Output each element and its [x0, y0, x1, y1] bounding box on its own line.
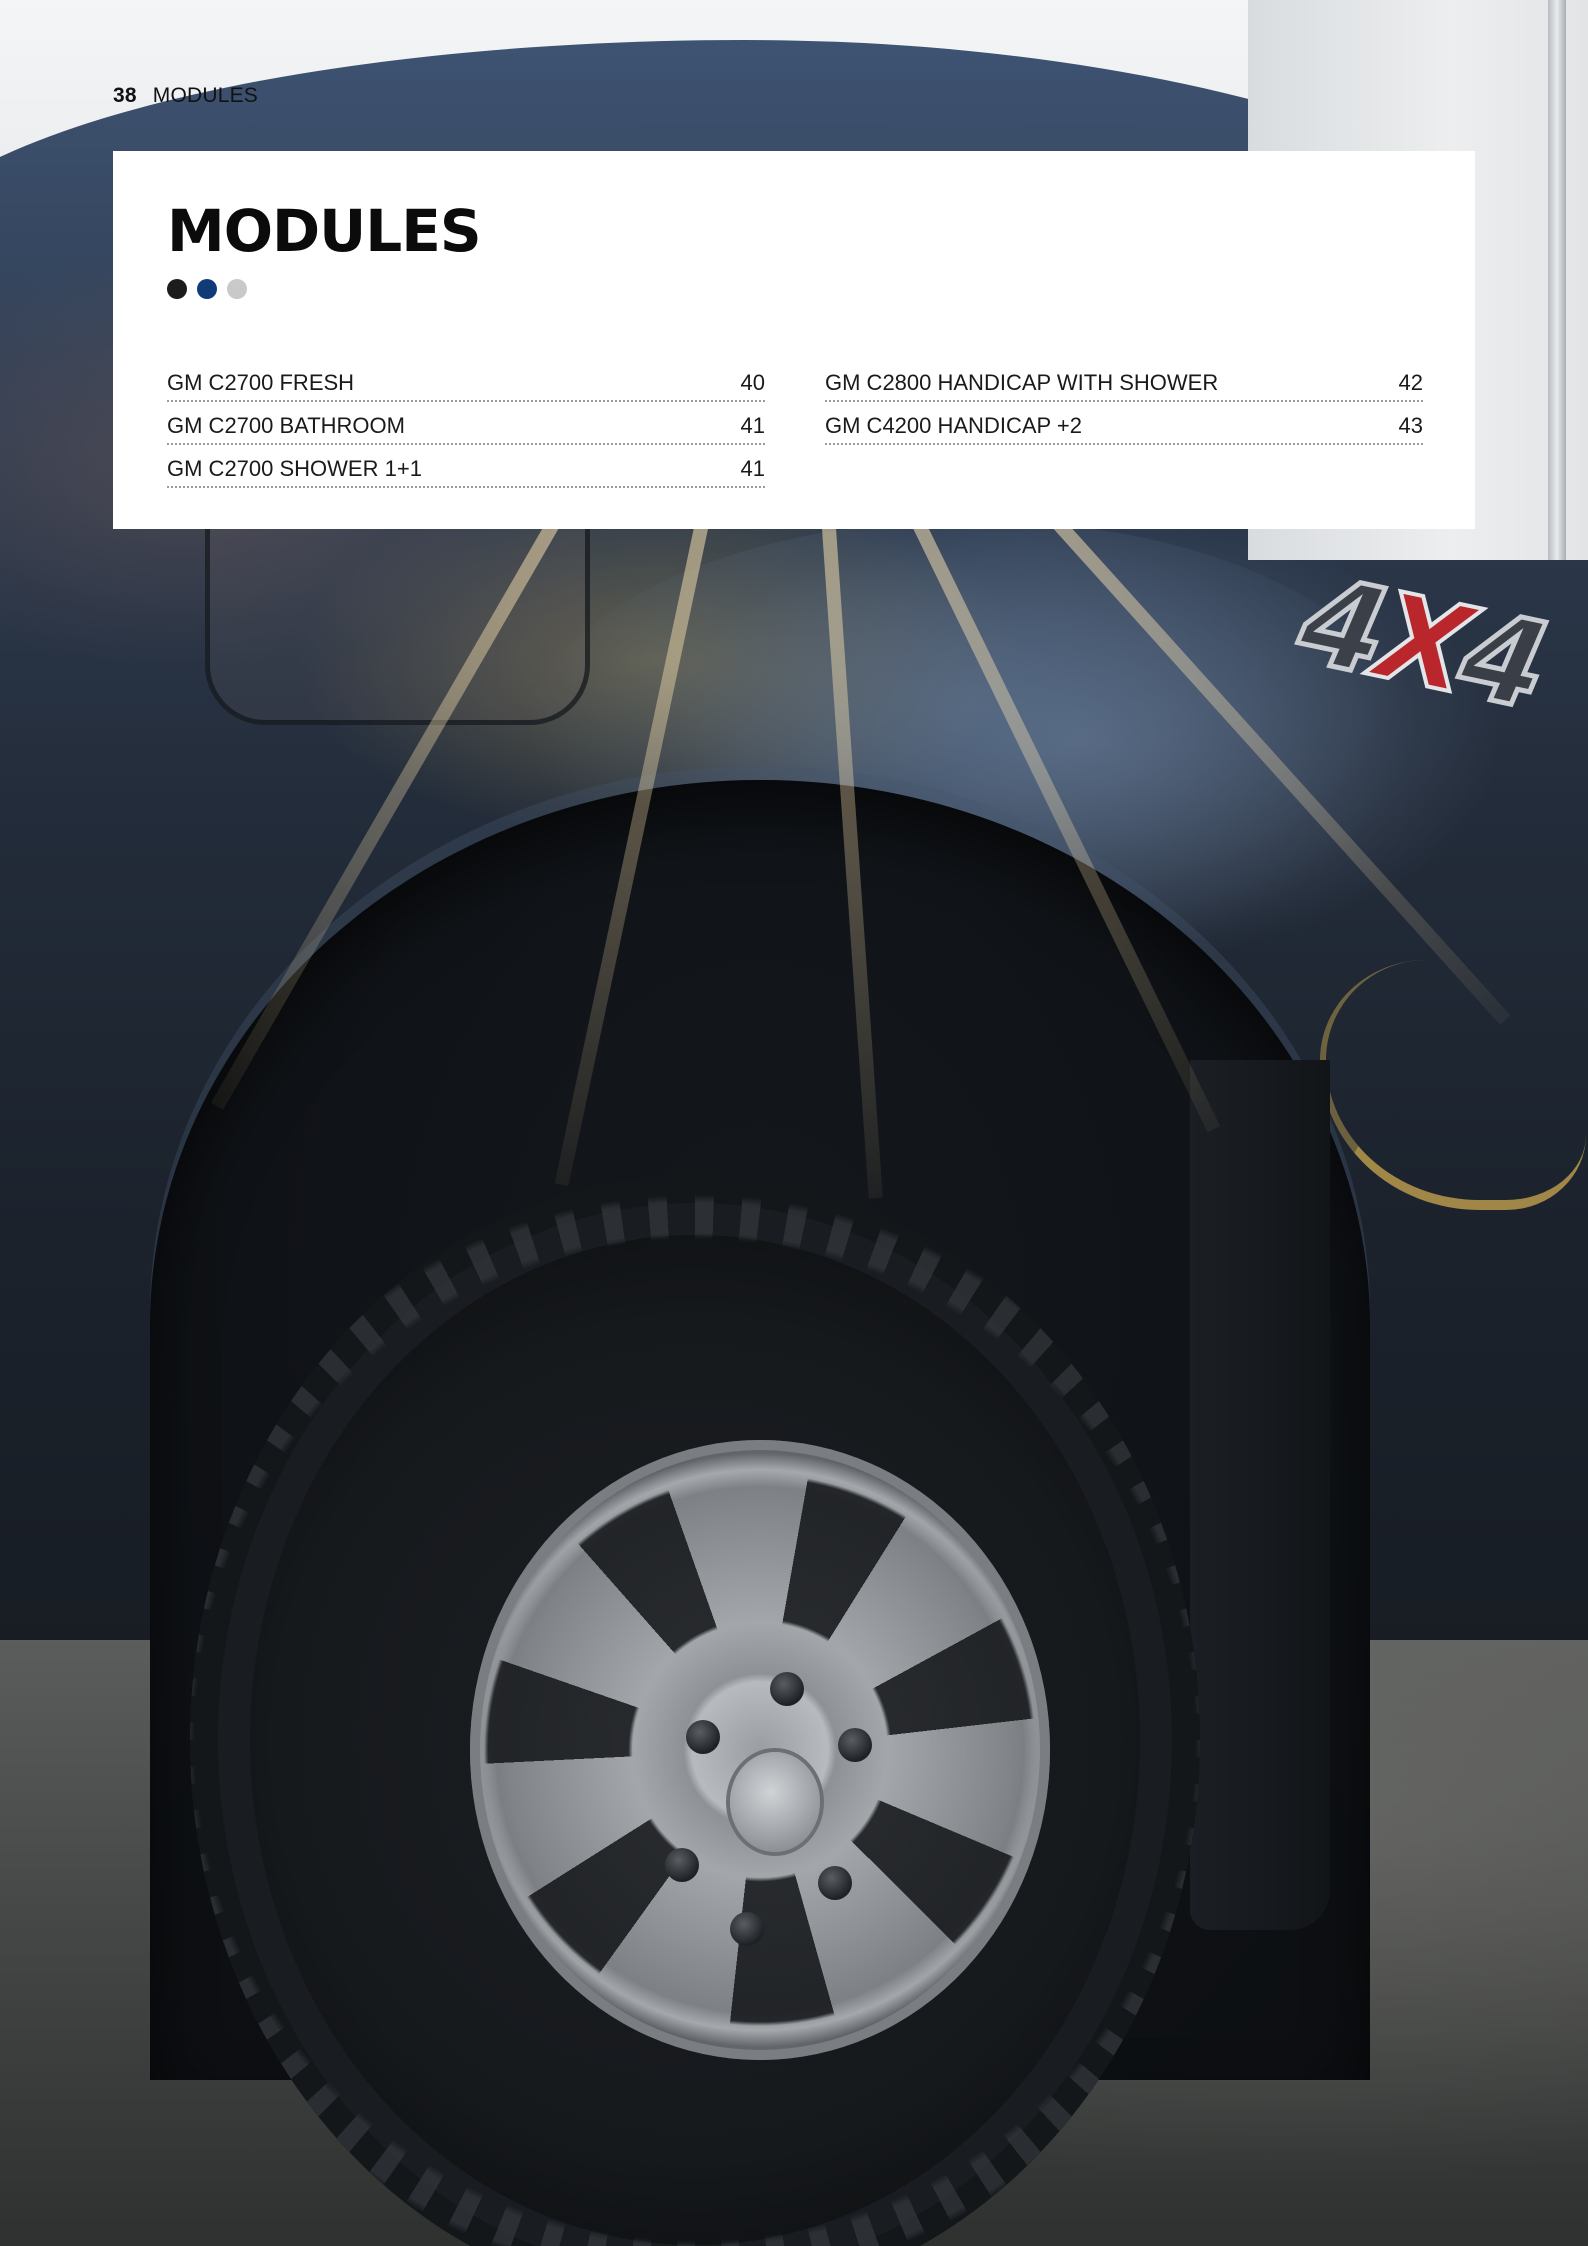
- page-number: 38: [113, 84, 137, 107]
- toc-entry[interactable]: GM C2800 HANDICAP WITH SHOWER 42: [825, 361, 1423, 402]
- toc-entry-label: GM C2700 BATHROOM: [167, 413, 405, 438]
- toc-entry-label: GM C4200 HANDICAP +2: [825, 413, 1082, 438]
- toc-entry-page: 43: [1398, 413, 1423, 438]
- running-header: 38 MODULES: [113, 84, 258, 108]
- toc-entry-page: 42: [1398, 370, 1423, 395]
- rim-spokes: [470, 1440, 1050, 2060]
- toc-entry-page: 40: [740, 370, 765, 395]
- section-name: MODULES: [152, 84, 259, 107]
- toc-entry[interactable]: GM C2700 SHOWER 1+1 41: [167, 447, 765, 488]
- color-dot-blue: [197, 279, 217, 299]
- toc-entry-label: GM C2700 FRESH: [167, 370, 355, 395]
- drain-pipe: [1548, 0, 1566, 560]
- lug-nut: [665, 1848, 699, 1882]
- toc-entry-page: 41: [740, 456, 765, 481]
- hub-cap: [730, 1752, 820, 1852]
- toc-column-right: GM C2800 HANDICAP WITH SHOWER 42 GM C420…: [825, 361, 1423, 447]
- color-dot-dark: [167, 279, 187, 299]
- color-dots: [167, 279, 247, 299]
- toc-entry-label: GM C2700 SHOWER 1+1: [167, 456, 422, 481]
- lug-nut: [818, 1866, 852, 1900]
- toc-entry[interactable]: GM C4200 HANDICAP +2 43: [825, 404, 1423, 445]
- lug-nut: [730, 1912, 764, 1946]
- card-title: MODULES: [167, 197, 482, 265]
- toc-entry-page: 41: [740, 413, 765, 438]
- toc-entry[interactable]: GM C2700 FRESH 40: [167, 361, 765, 402]
- lug-nut: [770, 1672, 804, 1706]
- toc-column-left: GM C2700 FRESH 40 GM C2700 BATHROOM 41 G…: [167, 361, 765, 490]
- modules-toc-card: MODULES GM C2700 FRESH 40 GM C2700 BATHR…: [113, 151, 1475, 529]
- color-dot-grey: [227, 279, 247, 299]
- lug-nut: [686, 1720, 720, 1754]
- toc-entry[interactable]: GM C2700 BATHROOM 41: [167, 404, 765, 445]
- lug-nut: [838, 1728, 872, 1762]
- mudflap: [1190, 1060, 1330, 1930]
- toc-entry-label: GM C2800 HANDICAP WITH SHOWER: [825, 370, 1219, 395]
